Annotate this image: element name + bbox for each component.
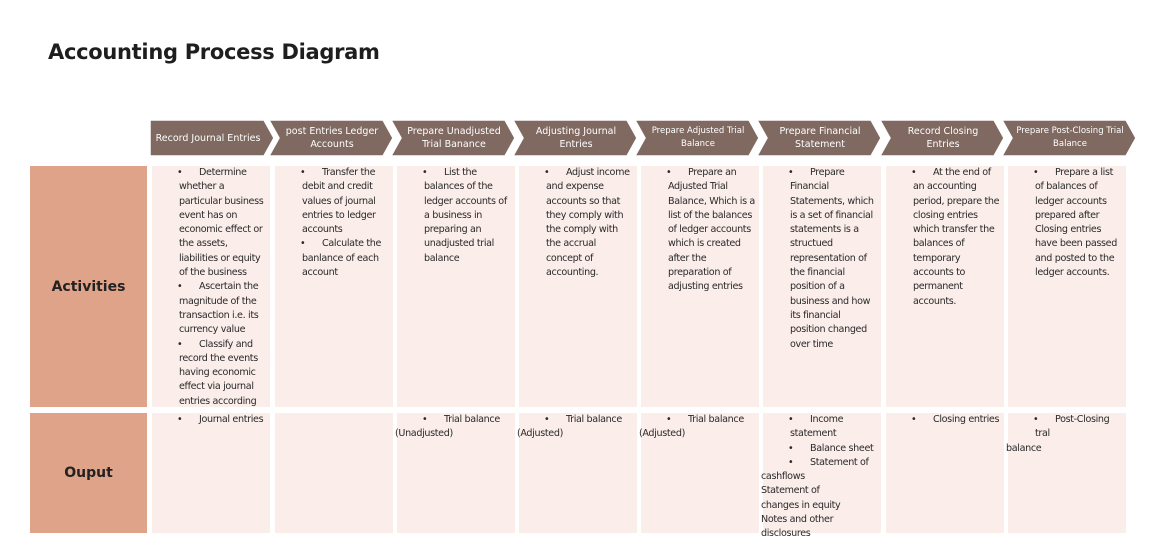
output-cell-7: • Closing entries: [886, 413, 1004, 533]
output-continuation-text: changes in equity: [761, 499, 841, 511]
bullet-icon: •: [788, 456, 794, 468]
process-step-label: Prepare Post-Closing Trial Balance: [1016, 126, 1124, 149]
activity-cell-2: • Transfer the debit and credit values of…: [275, 166, 393, 407]
row-label-output: Ouput: [30, 413, 147, 533]
output-continuation-text: cashflows: [761, 471, 805, 483]
process-step-7: Record Closing Entries: [880, 120, 1004, 156]
bullet-icon: •: [177, 414, 183, 425]
activity-item: • Prepare Financial Statements, which is …: [788, 166, 877, 352]
output-item: • Journal entries: [177, 413, 266, 427]
bullet-icon: •: [300, 167, 306, 178]
activity-cell-8: • Prepare a list of balances of ledger ac…: [1008, 166, 1126, 407]
activity-text: Prepare a list of balances of ledger acc…: [1035, 167, 1117, 279]
row-label-activities: Activities: [30, 166, 147, 407]
output-continuation-text: Statement of: [761, 485, 820, 497]
output-item: • Trial balance: [666, 413, 755, 427]
output-continuation-text: disclosures: [761, 528, 811, 540]
activity-text: List the balances of the ledger accounts…: [424, 167, 507, 264]
activity-text: Adjust income and expense accounts so th…: [546, 167, 630, 279]
activity-item: • Prepare a list of balances of ledger ac…: [1033, 166, 1122, 280]
activity-cell-7: • At the end of an accounting period, pre…: [886, 166, 1004, 407]
activity-text: Prepare an Adjusted Trial Balance, Which…: [668, 167, 755, 293]
process-step-4: Adjusting Journal Entries: [513, 120, 637, 156]
output-item: • Income statement: [788, 413, 877, 442]
bullet-icon: •: [788, 414, 794, 425]
bullet-icon: •: [788, 167, 794, 178]
output-cell-1: • Journal entries: [152, 413, 270, 533]
activity-cell-3: • List the balances of the ledger account…: [397, 166, 515, 407]
output-item: • Statement of: [788, 456, 877, 470]
output-item: • Post-Closing tral: [1033, 413, 1122, 442]
activity-item: • Calculate the banlance of each account: [300, 237, 389, 280]
bullet-icon: •: [544, 414, 550, 425]
output-continuation-text: (Adjusted): [517, 428, 563, 440]
process-step-label: Prepare Adjusted Trial Balance: [651, 126, 745, 149]
output-item: • Closing entries: [911, 413, 1000, 427]
bullet-icon: •: [1033, 167, 1039, 178]
activity-item: • Transfer the debit and credit values of…: [300, 166, 389, 237]
diagram-title: Accounting Process Diagram: [48, 40, 380, 64]
output-cell-5: • Trial balance (Adjusted): [639, 413, 759, 533]
process-step-8: Prepare Post-Closing Trial Balance: [1002, 120, 1136, 156]
activity-cell-4: • Adjust income and expense accounts so t…: [519, 166, 637, 407]
bullet-icon: •: [666, 414, 672, 425]
output-continuation-text: Notes and other: [761, 514, 834, 526]
output-item: • Trial balance: [422, 413, 511, 427]
activity-cell-5: • Prepare an Adjusted Trial Balance, Whic…: [641, 166, 759, 407]
output-text: Journal entries: [199, 414, 264, 425]
activity-item: • Ascertain the magnitude of the transact…: [177, 280, 266, 337]
bullet-icon: •: [300, 238, 306, 250]
bullet-icon: •: [177, 338, 183, 350]
output-text: Closing entries: [933, 414, 1000, 425]
output-continuation-text: (Adjusted): [639, 428, 685, 440]
process-step-label: Record Journal Entries: [155, 132, 261, 144]
output-item: • Balance sheet: [788, 442, 877, 456]
output-cell-8: • Post-Closing tral balance: [1006, 413, 1126, 533]
bullet-icon: •: [911, 167, 917, 178]
process-step-label: Record Closing Entries: [907, 126, 979, 150]
activity-text: At the end of an accounting period, prep…: [913, 167, 1000, 307]
activity-item: • List the balances of the ledger account…: [422, 166, 511, 266]
activity-cell-6: • Prepare Financial Statements, which is …: [763, 166, 881, 407]
bullet-icon: •: [666, 167, 672, 178]
bullet-icon: •: [544, 167, 550, 178]
activity-item: • Classify and record the events having e…: [177, 338, 266, 409]
activity-item: • Prepare an Adjusted Trial Balance, Whic…: [666, 166, 755, 295]
activity-cell-1: • Determine whether a particular business…: [152, 166, 270, 407]
process-step-1: Record Journal Entries: [150, 120, 274, 156]
process-step-6: Prepare Financial Statement: [757, 120, 881, 156]
process-step-5: Prepare Adjusted Trial Balance: [635, 120, 759, 156]
bullet-icon: •: [911, 414, 917, 425]
process-step-label: post Entries Ledger Accounts: [285, 126, 379, 150]
output-item: • Trial balance: [544, 413, 633, 427]
activity-item: • Determine whether a particular business…: [177, 166, 266, 280]
bullet-icon: •: [177, 167, 183, 178]
bullet-icon: •: [1033, 414, 1039, 425]
activity-text: Determine whether a particular business …: [179, 167, 264, 279]
activity-text: Prepare Financial Statements, which is a…: [790, 167, 874, 350]
bullet-icon: •: [177, 281, 183, 293]
bullet-icon: •: [422, 167, 428, 178]
process-step-label: Adjusting Journal Entries: [535, 126, 617, 150]
output-cell-6: • Income statement • Balance sheet • Statemen…: [761, 413, 881, 539]
activity-item: • Adjust income and expense accounts so t…: [544, 166, 633, 280]
output-text: Balance sheet: [810, 442, 874, 454]
bullet-icon: •: [422, 414, 428, 425]
output-cell-2: [275, 413, 393, 533]
process-steps: Record Journal Entries post Entries Ledge…: [150, 120, 1144, 156]
output-text: Statement of: [810, 456, 869, 468]
output-text: Trial balance: [566, 414, 622, 425]
output-cell-4: • Trial balance (Adjusted): [517, 413, 637, 533]
activity-item: • At the end of an accounting period, pre…: [911, 166, 1000, 309]
process-step-label: Prepare Financial Statement: [779, 126, 861, 150]
output-text: Trial balance: [444, 414, 500, 425]
output-cell-3: • Trial balance (Unadjusted): [395, 413, 515, 533]
output-continuation-text: balance: [1006, 442, 1042, 454]
bullet-icon: •: [788, 442, 794, 454]
process-step-label: Prepare Unadjusted Trial Banance: [407, 126, 501, 150]
process-step-3: Prepare Unadjusted Trial Banance: [391, 120, 515, 156]
output-text: Trial balance: [688, 414, 744, 425]
process-step-2: post Entries Ledger Accounts: [269, 120, 393, 156]
output-continuation-text: (Unadjusted): [395, 428, 453, 440]
